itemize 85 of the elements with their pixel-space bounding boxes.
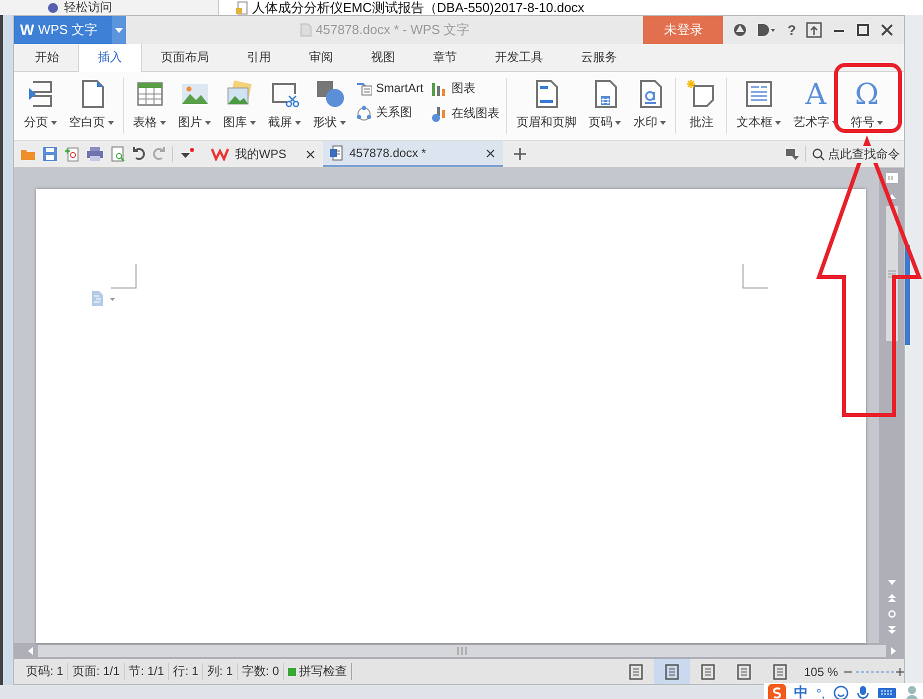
window-title: 457878.docx * - WPS 文字 [316,21,470,39]
ribbon-button[interactable]: 关系图 [352,104,428,121]
emoji-icon[interactable] [833,685,849,699]
ribbon-button[interactable]: 空白页 [63,74,120,135]
ribbon-tab[interactable]: 开始 [16,44,78,71]
ribbon-button[interactable]: 图片 [172,74,217,135]
feedback-icon[interactable] [757,23,778,37]
ribbon-tab[interactable]: 引用 [228,44,290,71]
document-tab[interactable]: 457878.docx * [323,141,504,167]
close-icon[interactable] [880,23,894,37]
ribbon-button[interactable]: 在线图表 [427,105,504,122]
skin-icon[interactable] [733,23,748,37]
highlight-frame [834,63,902,133]
close-tab-icon[interactable] [306,150,316,158]
ribbon-tab[interactable]: 视图 [352,44,414,71]
smartart-icon [356,80,372,96]
document-icon [300,23,312,37]
keyboard-icon[interactable] [877,686,897,699]
status-item[interactable]: 页面: 1/1 [68,663,125,680]
punctuation-mode-label[interactable]: °, [816,686,825,699]
wps-logo-icon [211,147,229,161]
status-item[interactable]: 字数: 0 [238,663,284,680]
help-button[interactable]: ? [787,22,796,38]
ribbon-tab[interactable]: 页面布局 [142,44,228,71]
ribbon-button[interactable]: 图表 [427,80,504,97]
status-square-icon [288,668,296,676]
new-tab-icon[interactable] [513,147,528,161]
print-preview-icon[interactable] [110,146,126,162]
maximize-ribbon-icon[interactable] [806,22,822,38]
vertical-scrollbar[interactable] [879,168,904,643]
omega-icon: Ω [854,78,879,110]
status-item[interactable]: 节: 1/1 [124,663,170,680]
ribbon-tab[interactable]: 章节 [414,44,476,71]
online-chart-icon [431,106,448,122]
search-icon [812,148,825,160]
ime-mode-label[interactable]: 中 [794,684,808,699]
ribbon-button[interactable]: 文本框 [730,74,788,135]
ribbon-toggle-icon[interactable] [785,147,799,161]
save-icon[interactable] [42,146,58,162]
ribbon-button[interactable]: 分页 [18,74,63,135]
wordart-icon: A [805,78,826,110]
ribbon-tab[interactable]: 插入 [78,44,142,72]
input-method-bar[interactable]: 中 °, [764,683,923,699]
ribbon-button[interactable]: 截屏 [262,74,307,135]
status-item[interactable]: 页码: 1 [22,663,68,680]
ribbon-tab[interactable]: 云服务 [562,44,636,71]
sogou-logo-icon [768,684,786,699]
microphone-icon[interactable] [857,685,869,699]
undo-icon[interactable] [132,146,146,162]
status-item[interactable]: 行: 1 [169,663,204,680]
print-icon[interactable] [86,146,104,162]
margin-corner-mark [111,264,137,289]
ribbon-button[interactable]: 图库 [217,74,262,135]
scroll-grip-icon [457,647,467,655]
ribbon-tab[interactable]: 审阅 [290,44,352,71]
command-search-field[interactable]: 点此查找命令 [812,146,900,162]
spell-check-button[interactable]: 拼写检查 [284,663,352,680]
zoom-slider-icon[interactable] [844,666,904,676]
ribbon-button[interactable]: 页码 [582,74,628,135]
ribbon-tab[interactable]: 开发工具 [476,44,562,71]
file-name: 人体成分分析仪EMC测试报告（DBA-550)2017-8-10.docx [252,0,584,15]
caret-icon[interactable] [112,16,126,44]
app-logo: W [20,22,34,38]
ribbon-button[interactable]: 表格 [127,74,172,135]
ribbon-button[interactable]: SmartArt [352,80,428,96]
ribbon-button[interactable]: 形状 [307,74,352,135]
document-tab[interactable]: 我的WPS [205,141,324,167]
status-item[interactable]: 列: 1 [203,663,238,680]
bar-chart-icon [431,80,448,96]
maximize-icon[interactable] [856,23,870,37]
ribbon-button[interactable]: A 艺术字 [787,74,844,135]
accessibility-icon [48,2,58,12]
ribbon-button[interactable]: 页眉和页脚 [510,74,582,135]
page-view-icon[interactable] [654,659,690,684]
ribbon-button[interactable]: 批注 [679,74,724,135]
ribbon-button[interactable]: Ω 符号 [844,74,890,135]
comment-panel-icon[interactable] [884,172,898,186]
ribbon-button[interactable]: 水印 [627,74,672,135]
zoom-level[interactable]: 105 % [798,664,844,678]
app-menu-button[interactable]: W WPS 文字 [14,16,126,44]
relation-diagram-icon [356,104,372,120]
margin-corner-mark [742,264,768,289]
word-document-icon [329,145,344,161]
close-tab-icon[interactable] [486,148,496,158]
export-pdf-icon[interactable] [64,146,80,162]
